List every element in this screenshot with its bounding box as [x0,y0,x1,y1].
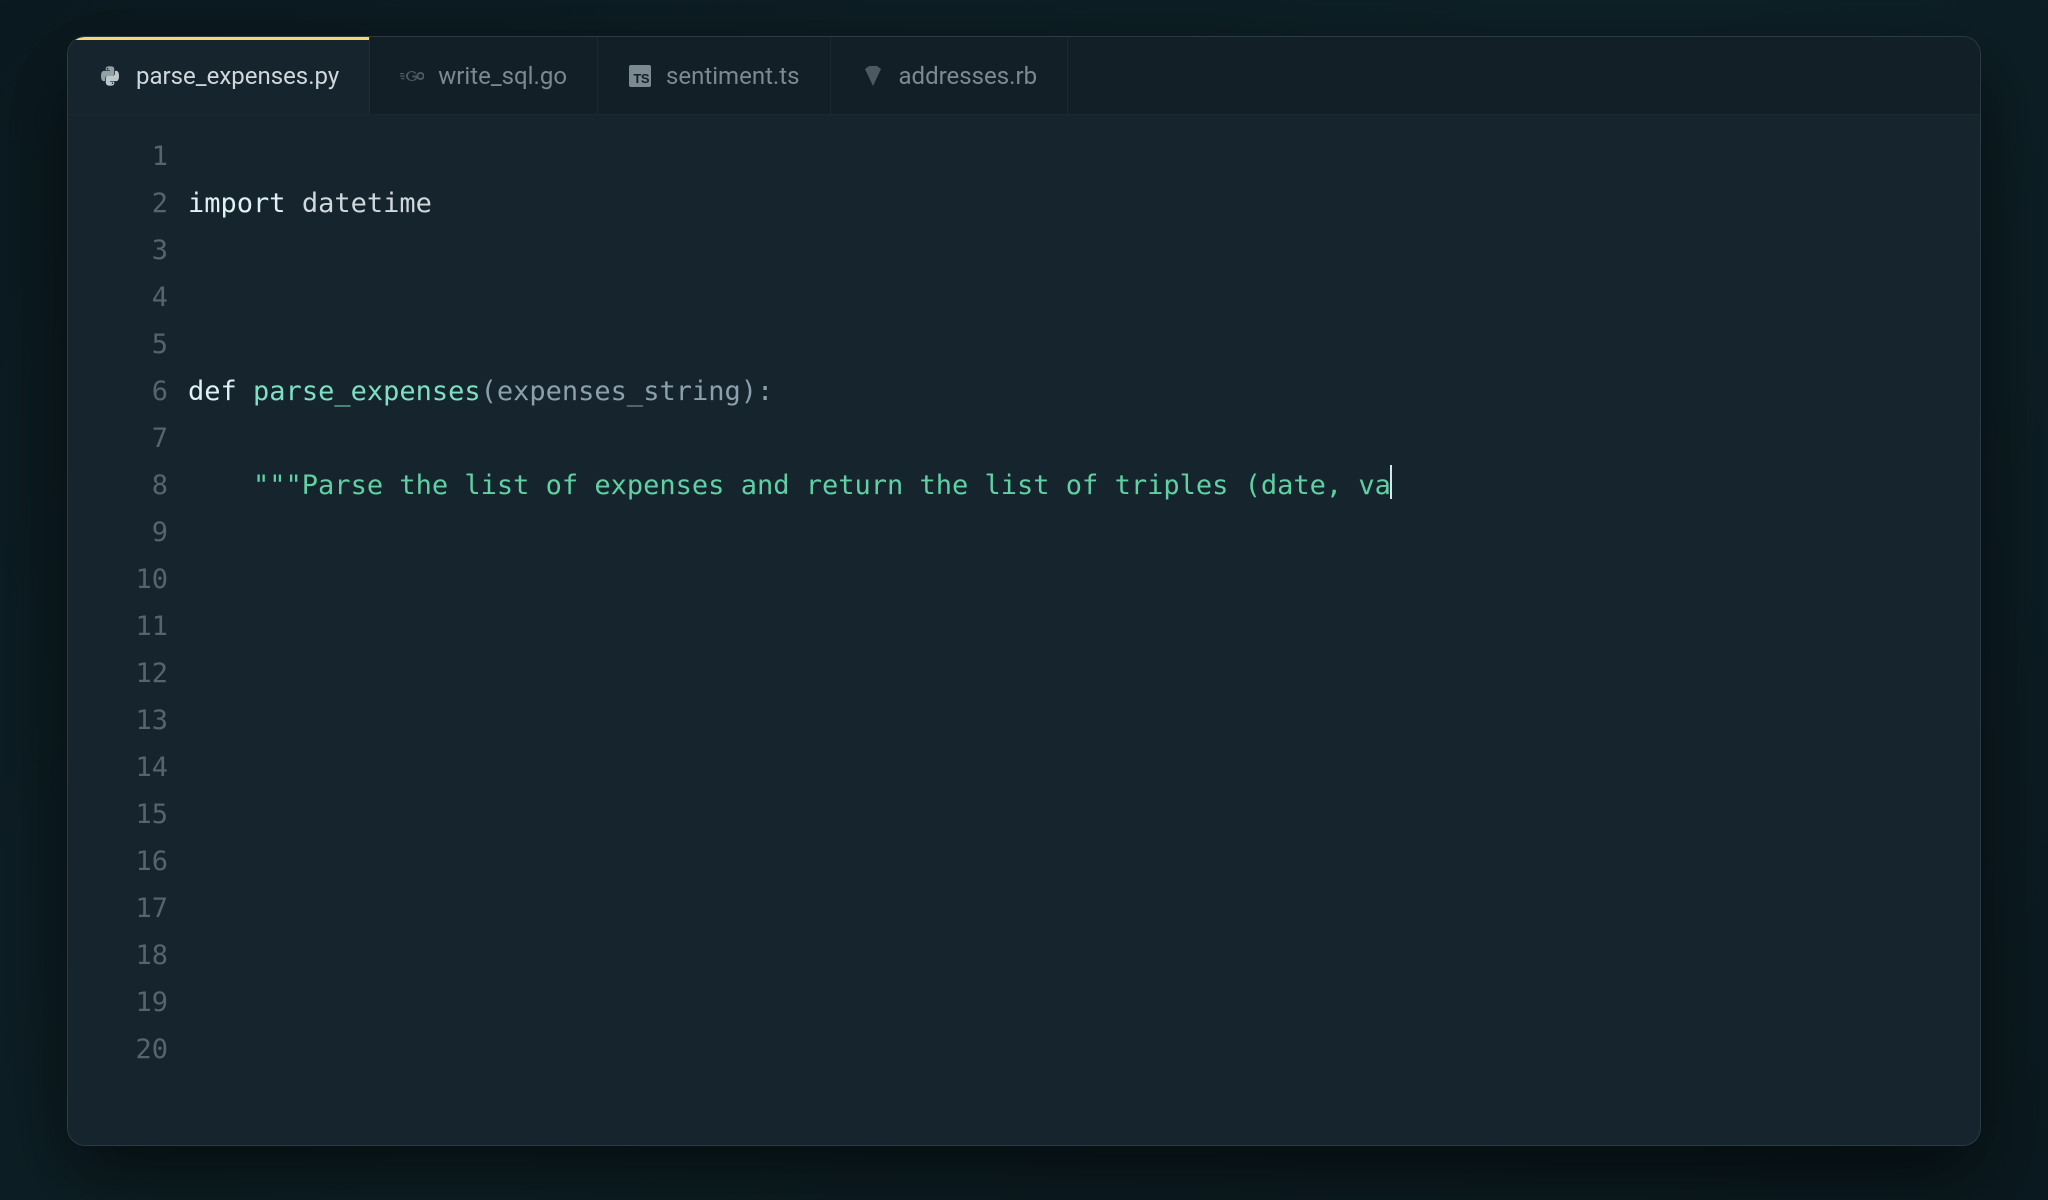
line-number: 7 [68,415,168,462]
line-number: 20 [68,1026,168,1073]
tab-parse-expenses[interactable]: parse_expenses.py [68,37,370,114]
line-number: 5 [68,321,168,368]
line-number: 19 [68,979,168,1026]
module-name: datetime [302,188,432,219]
line-number: 15 [68,791,168,838]
ts-icon: TS [628,64,652,88]
code-area[interactable]: 1234567891011121314151617181920 import d… [68,115,1980,1145]
indent [188,470,253,501]
line-number: 17 [68,885,168,932]
keyword-def: def [188,376,237,407]
paren-open: ( [481,376,497,407]
tab-write-sql[interactable]: write_sql.go [370,37,598,114]
python-icon [98,64,122,88]
tab-label: parse_expenses.py [136,62,339,90]
code-content[interactable]: import datetime def parse_expenses(expen… [188,133,1980,1145]
line-number: 8 [68,462,168,509]
line-number: 4 [68,274,168,321]
text-cursor [1390,465,1392,499]
function-name: parse_expenses [253,376,481,407]
line-number: 9 [68,509,168,556]
argument-name: expenses_string [497,376,741,407]
tab-label: addresses.rb [899,62,1038,90]
tab-addresses[interactable]: addresses.rb [831,37,1069,114]
line-number: 6 [68,368,168,415]
editor-window: parse_expenses.py write_sql.go [67,36,1981,1146]
line-number: 16 [68,838,168,885]
line-number-gutter: 1234567891011121314151617181920 [68,133,188,1145]
tab-label: sentiment.ts [666,62,800,90]
docstring: """Parse the list of expenses and return… [253,470,1391,501]
go-icon [400,64,424,88]
ruby-icon [861,64,885,88]
line-number: 3 [68,227,168,274]
tab-label: write_sql.go [438,62,567,90]
line-number: 13 [68,697,168,744]
line-number: 2 [68,180,168,227]
keyword-import: import [188,188,286,219]
line-number: 18 [68,932,168,979]
line-number: 10 [68,556,168,603]
tab-bar: parse_expenses.py write_sql.go [68,37,1980,115]
tab-sentiment[interactable]: TS sentiment.ts [598,37,831,114]
paren-close-colon: ): [741,376,774,407]
line-number: 14 [68,744,168,791]
line-number: 1 [68,133,168,180]
line-number: 12 [68,650,168,697]
line-number: 11 [68,603,168,650]
